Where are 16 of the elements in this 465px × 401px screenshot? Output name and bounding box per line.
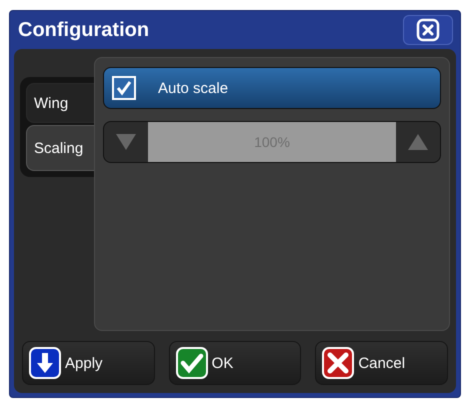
close-icon xyxy=(416,18,440,42)
window-title: Configuration xyxy=(18,18,150,42)
increment-button[interactable] xyxy=(396,122,440,162)
close-icon xyxy=(322,347,354,379)
triangle-down-icon xyxy=(116,134,136,150)
check-icon xyxy=(176,347,208,379)
triangle-up-icon xyxy=(408,134,428,150)
ok-button[interactable]: OK xyxy=(168,341,302,385)
tab[interactable]: Scaling xyxy=(26,125,94,171)
decrement-button[interactable] xyxy=(104,122,148,162)
apply-button[interactable]: Apply xyxy=(22,341,155,385)
tab[interactable]: Wing xyxy=(26,83,94,123)
close-button[interactable] xyxy=(403,15,453,45)
checkbox[interactable] xyxy=(112,76,136,100)
auto-scale-toggle[interactable]: Auto scale xyxy=(103,67,441,109)
cancel-button[interactable]: Cancel xyxy=(315,341,448,385)
